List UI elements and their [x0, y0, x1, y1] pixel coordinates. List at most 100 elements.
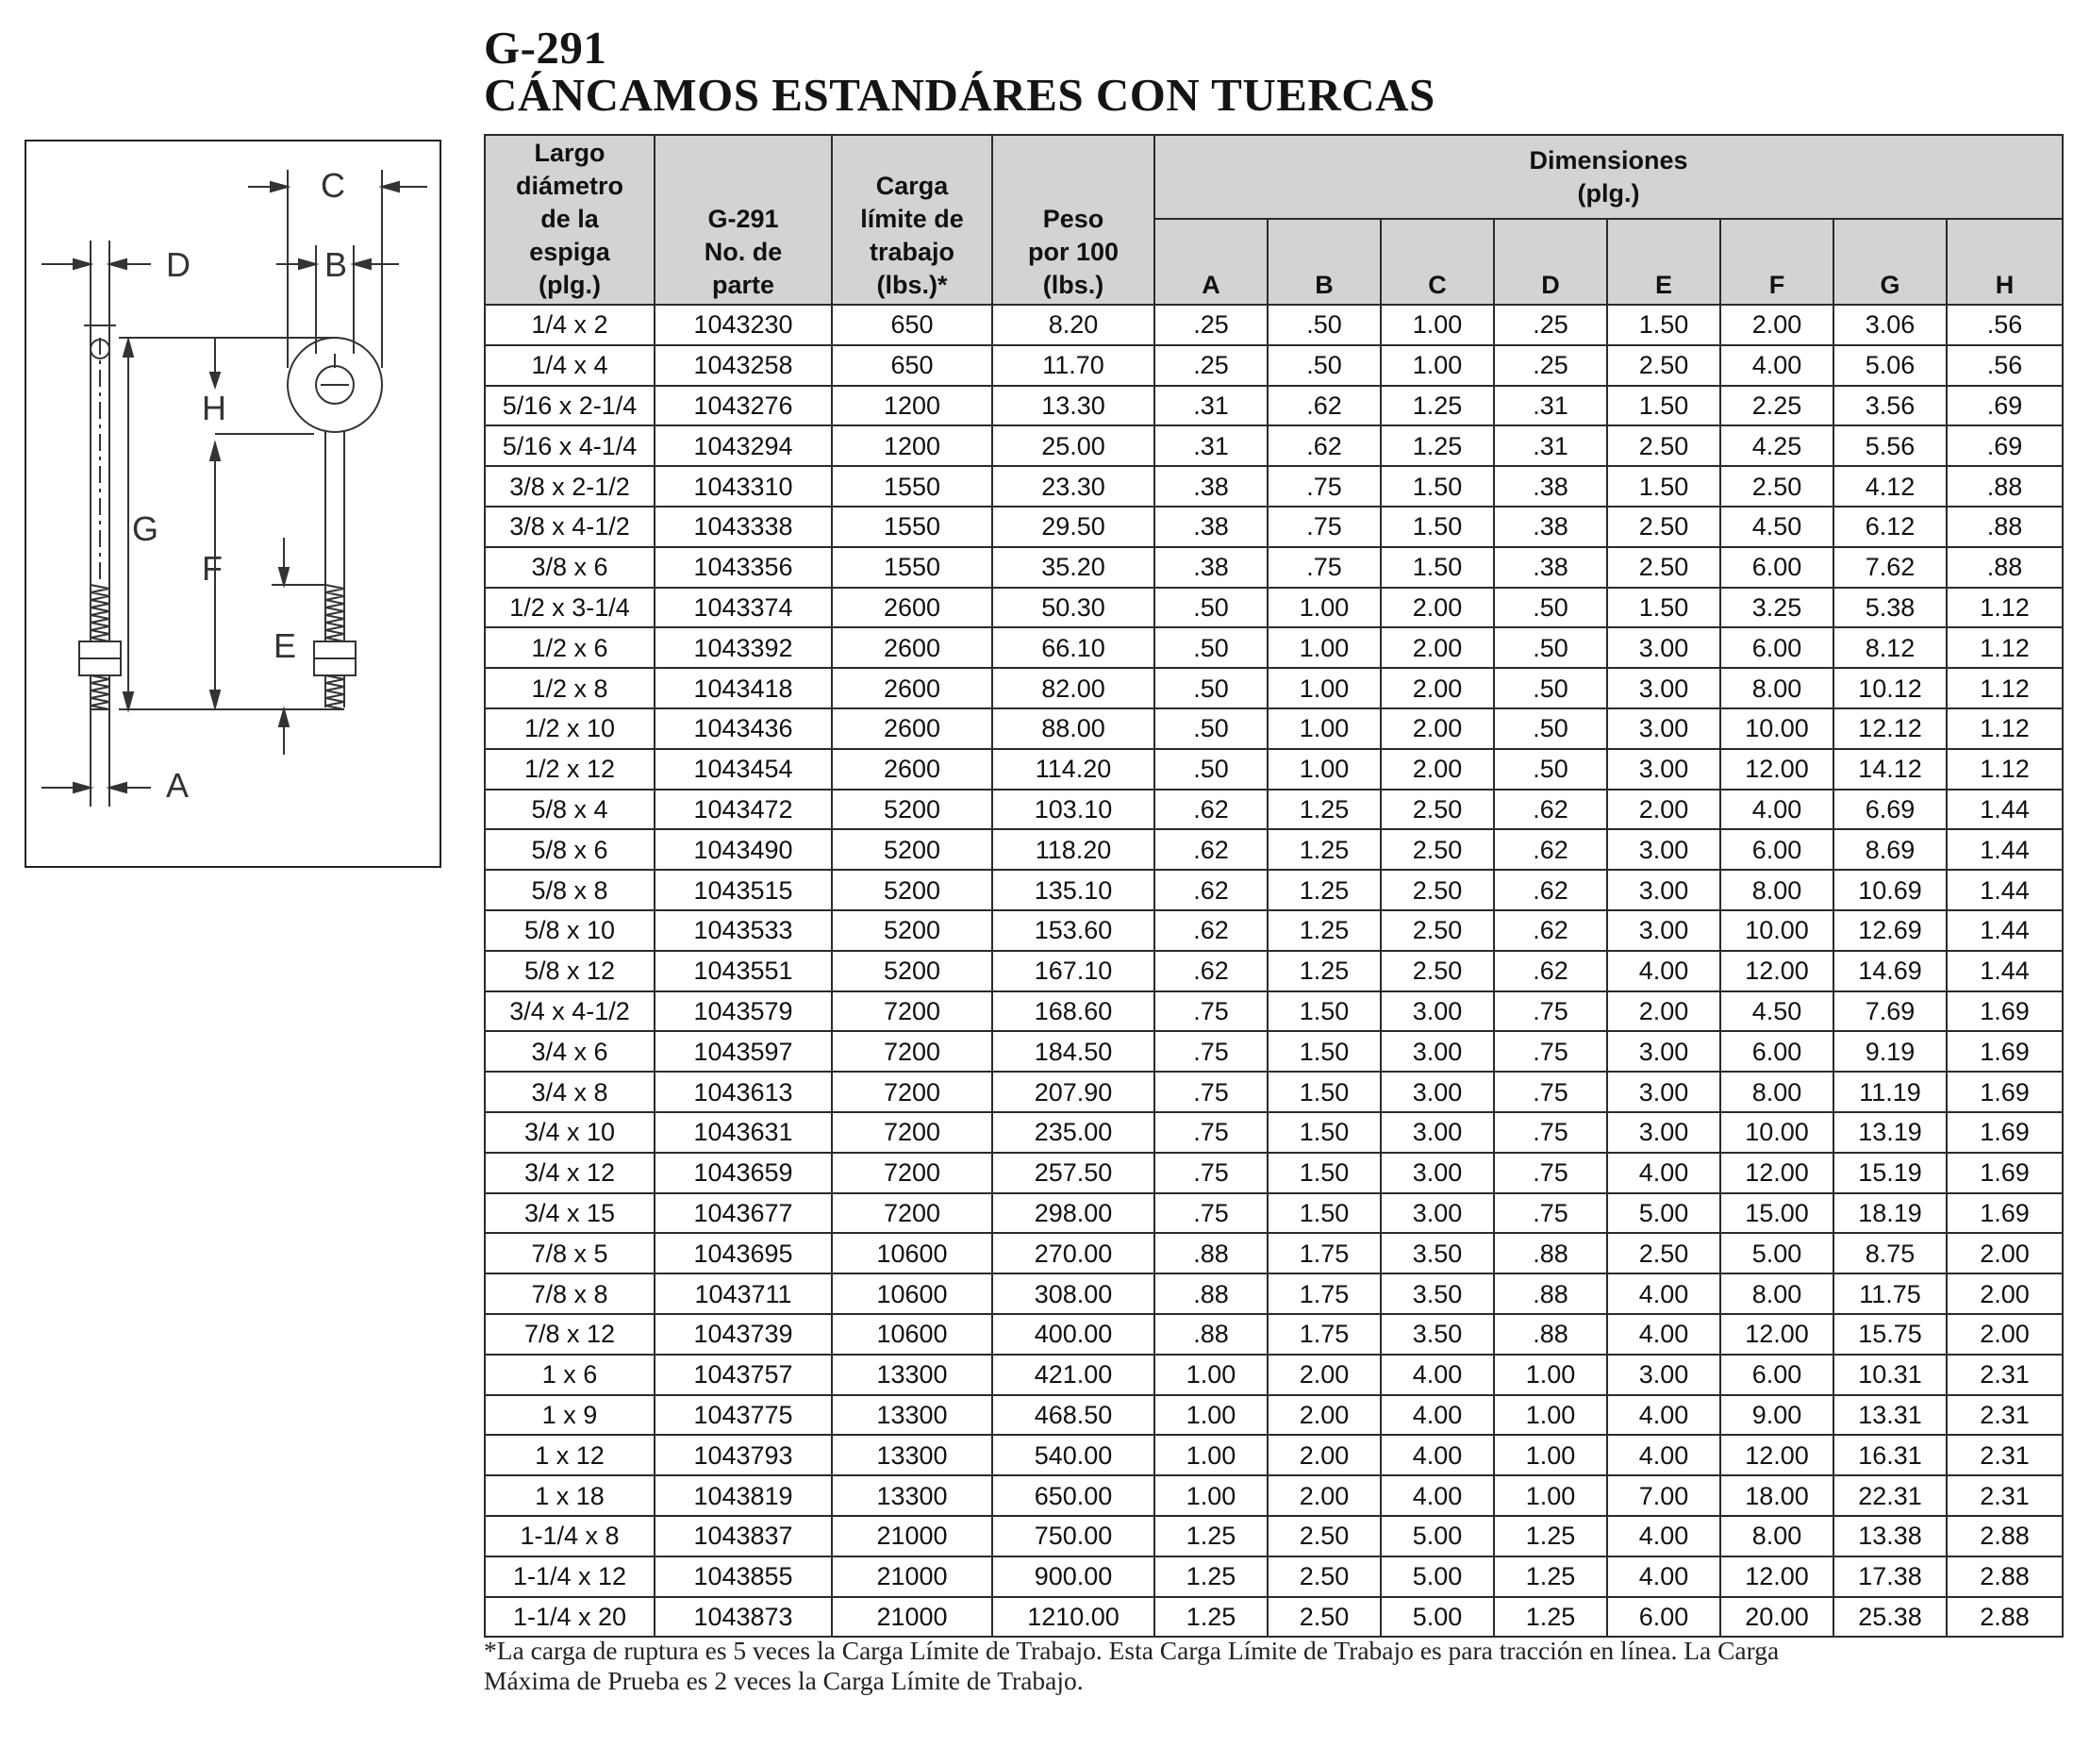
cell-dim-c: 5.00 [1380, 1514, 1495, 1557]
cell-dim-h: 1.69 [1945, 1071, 2065, 1113]
cell-size: 5/8 x 4 [484, 788, 655, 831]
table-row: 1-1/4 x 8 1043837 21000 750.00 1.25 2.50 5.00 1… [484, 1514, 2065, 1557]
cell-dim-f: 9.00 [1719, 1393, 1834, 1437]
cell-dim-e: 3.00 [1606, 747, 1721, 790]
cell-dim-a: 1.25 [1153, 1555, 1269, 1598]
table-row: 1/4 x 4 1043258 650 11.70.25.50 1.00.25 2.50 4… [484, 343, 2065, 387]
cell-size: 3/4 x 12 [484, 1151, 655, 1194]
cell-dim-h: .69 [1945, 424, 2065, 468]
cell-dim-e: 2.50 [1606, 424, 1721, 468]
cell-dim-h: 1.69 [1945, 990, 2065, 1033]
cell-dim-g: 6.69 [1833, 788, 1948, 831]
cell-dim-e: 3.00 [1606, 1071, 1721, 1113]
product-title: CÁNCAMOS ESTANDÁRES CON TUERCAS [484, 69, 1435, 121]
cell-dim-h: 2.31 [1945, 1474, 2065, 1517]
cell-dim-c: 1.25 [1380, 424, 1495, 468]
cell-size: 1 x 18 [484, 1474, 655, 1517]
cell-size: 3/8 x 6 [484, 545, 655, 589]
cell-dim-h: 2.88 [1945, 1514, 2065, 1557]
cell-dim-b: 1.50 [1267, 1191, 1382, 1235]
cell-weight: 103.10 [991, 788, 1155, 831]
cell-dim-g: 6.12 [1833, 505, 1948, 548]
table-row: 5/16 x 2-1/4 1043276 1200 13.30.31.62 1.25.3… [484, 384, 2065, 427]
cell-dim-a: .38 [1153, 505, 1269, 548]
cell-size: 5/8 x 10 [484, 908, 655, 952]
table-row: 3/4 x 12 1043659 7200 257.50.75 1.50 3.00.75 4… [484, 1151, 2065, 1194]
cell-dim-e: 2.50 [1606, 545, 1721, 589]
cell-dim-c: 2.00 [1380, 667, 1495, 709]
cell-dim-h: 2.00 [1945, 1273, 2065, 1315]
cell-dim-a: .38 [1153, 465, 1269, 508]
header-weight: Peso por 100 (lbs.) [991, 134, 1155, 306]
cell-size: 1/2 x 3-1/4 [484, 586, 655, 629]
cell-weight: 270.00 [991, 1232, 1155, 1275]
table-row: 5/8 x 10 1043533 5200 153.60.62 1.25 2.50.62 3… [484, 908, 2065, 952]
cell-dim-e: 3.00 [1606, 1110, 1721, 1154]
header-shank-size: Largo diámetro de la espiga (plg.) [484, 134, 655, 306]
cell-weight: 153.60 [991, 908, 1155, 952]
cell-dim-g: 11.19 [1833, 1071, 1948, 1113]
cell-part-number: 1043533 [654, 908, 833, 952]
cell-dim-b: 1.25 [1267, 908, 1382, 952]
cell-dim-c: 2.50 [1380, 788, 1495, 831]
table-row: 5/8 x 8 1043515 5200 135.10.62 1.25 2.50.62 3.… [484, 869, 2065, 911]
cell-dim-a: 1.25 [1153, 1595, 1269, 1639]
cell-part-number: 1043356 [654, 545, 833, 589]
cell-part-number: 1043515 [654, 869, 833, 911]
cell-dim-f: 4.25 [1719, 424, 1834, 468]
cell-dim-e: 2.50 [1606, 505, 1721, 548]
cell-dim-b: 1.75 [1267, 1273, 1382, 1315]
cell-dim-g: 15.19 [1833, 1151, 1948, 1194]
cell-dim-c: 3.00 [1380, 1030, 1495, 1073]
header-dim-h: H [1945, 218, 2065, 306]
cell-dim-g: 14.69 [1833, 949, 1948, 992]
cell-load-limit: 21000 [831, 1555, 993, 1598]
cell-dim-b: 1.25 [1267, 949, 1382, 992]
cell-dim-b: 1.25 [1267, 828, 1382, 872]
cell-dim-g: 13.19 [1833, 1110, 1948, 1154]
cell-size: 3/8 x 2-1/2 [484, 465, 655, 508]
cell-dim-e: 4.00 [1606, 1312, 1721, 1356]
cell-dim-h: .88 [1945, 465, 2065, 508]
cell-dim-d: .50 [1493, 586, 1608, 629]
cell-part-number: 1043659 [654, 1151, 833, 1194]
cell-dim-h: 2.88 [1945, 1595, 2065, 1639]
cell-dim-b: 1.00 [1267, 747, 1382, 790]
cell-dim-d: .25 [1493, 343, 1608, 387]
cell-dim-a: .62 [1153, 949, 1269, 992]
cell-part-number: 1043613 [654, 1071, 833, 1113]
cell-dim-c: 1.50 [1380, 465, 1495, 508]
cell-dim-h: .88 [1945, 505, 2065, 548]
cell-dim-f: 12.00 [1719, 747, 1834, 790]
table-row: 1-1/4 x 12 1043855 21000 900.00 1.25 2.50 5.00… [484, 1555, 2065, 1598]
cell-dim-c: 2.50 [1380, 869, 1495, 911]
cell-dim-f: 2.25 [1719, 384, 1834, 427]
header-dim-e: E [1606, 218, 1721, 306]
cell-size: 3/4 x 8 [484, 1071, 655, 1113]
cell-dim-e: 3.00 [1606, 1353, 1721, 1396]
cell-dim-e: 2.00 [1606, 788, 1721, 831]
cell-dim-a: .31 [1153, 424, 1269, 468]
dim-label-b: B [324, 245, 348, 284]
cell-dim-h: 1.44 [1945, 828, 2065, 872]
cell-part-number: 1043757 [654, 1353, 833, 1396]
cell-dim-a: .75 [1153, 1030, 1269, 1073]
cell-dim-c: 3.50 [1380, 1312, 1495, 1356]
cell-dim-a: .88 [1153, 1232, 1269, 1275]
header-dim-d: D [1493, 218, 1608, 306]
cell-load-limit: 2600 [831, 626, 993, 670]
cell-size: 1/4 x 4 [484, 343, 655, 387]
cell-dim-b: 2.50 [1267, 1595, 1382, 1639]
cell-dim-b: 2.00 [1267, 1353, 1382, 1396]
cell-dim-c: 4.00 [1380, 1434, 1495, 1477]
cell-dim-h: .69 [1945, 384, 2065, 427]
cell-part-number: 1043258 [654, 343, 833, 387]
cell-load-limit: 7200 [831, 1151, 993, 1194]
footnote-line-2: Máxima de Prueba es 2 veces la Carga Lím… [484, 1666, 1084, 1695]
cell-dim-g: 12.12 [1833, 707, 1948, 750]
cell-size: 3/4 x 4-1/2 [484, 990, 655, 1033]
table-row: 1/2 x 3-1/4 1043374 2600 50.30.50 1.00 2.00.5… [484, 586, 2065, 629]
cell-dim-a: 1.00 [1153, 1434, 1269, 1477]
cell-dim-d: .75 [1493, 1151, 1608, 1194]
cell-dim-h: 2.31 [1945, 1353, 2065, 1396]
